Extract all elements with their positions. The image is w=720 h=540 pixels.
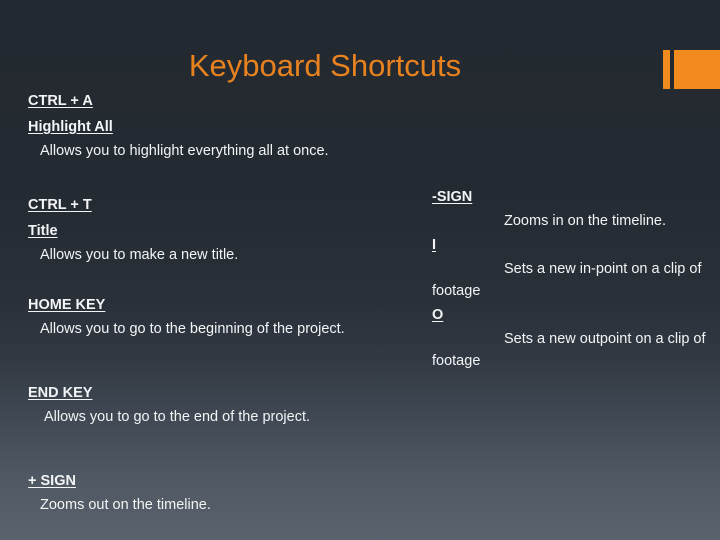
- shortcut-keys: HOME KEY: [28, 297, 106, 313]
- slide-canvas: Keyboard Shortcuts CTRL + A Highlight Al…: [0, 0, 720, 540]
- shortcut-action-line: Title: [28, 218, 420, 244]
- page-title: Keyboard Shortcuts: [188, 48, 462, 83]
- shortcut-keys: O: [432, 307, 444, 323]
- shortcut-keys: I: [432, 237, 437, 253]
- accent-block-icon: [674, 50, 720, 89]
- shortcut-keys-line: CTRL + A: [28, 88, 420, 114]
- shortcut-entry: O Sets a new outpoint on a clip of foota…: [432, 302, 716, 372]
- shortcut-entry: END KEY Allows you to go to the end of t…: [28, 380, 420, 428]
- shortcut-description: Sets a new in-point on a clip of footage: [432, 261, 702, 299]
- shortcut-keys: -SIGN: [432, 189, 473, 205]
- shortcut-keys-line: END KEY: [28, 380, 420, 406]
- shortcut-description: Zooms in on the timeline.: [504, 213, 666, 229]
- shortcut-description: Allows you to go to the end of the proje…: [44, 409, 310, 425]
- shortcut-action: Highlight All: [28, 119, 113, 135]
- shortcut-entry: I Sets a new in-point on a clip of foota…: [432, 232, 716, 302]
- shortcut-description: Allows you to go to the beginning of the…: [40, 321, 345, 337]
- shortcut-action: Title: [28, 223, 58, 239]
- shortcut-entry: CTRL + T Title Allows you to make a new …: [28, 192, 420, 266]
- shortcut-keys: CTRL + T: [28, 197, 92, 213]
- shortcut-keys: + SIGN: [28, 473, 76, 489]
- shortcut-entry: CTRL + A Highlight All Allows you to hig…: [28, 88, 420, 162]
- shortcut-entry: HOME KEY Allows you to go to the beginni…: [28, 292, 420, 340]
- shortcut-keys: CTRL + A: [28, 93, 93, 109]
- shortcut-keys-line: I: [432, 232, 716, 258]
- shortcut-keys-line: -SIGN: [432, 184, 716, 210]
- shortcut-keys: END KEY: [28, 385, 93, 401]
- shortcut-keys-line: O: [432, 302, 716, 328]
- shortcut-keys-line: HOME KEY: [28, 292, 420, 318]
- shortcuts-column-right: -SIGN Zooms in on the timeline. I Sets a…: [432, 184, 716, 372]
- shortcut-action-line: Highlight All: [28, 114, 420, 140]
- shortcut-description: Allows you to highlight everything all a…: [40, 143, 329, 159]
- shortcut-entry: + SIGN Zooms out on the timeline.: [28, 468, 420, 516]
- shortcut-description: Allows you to make a new title.: [40, 247, 239, 263]
- shortcuts-column-left: CTRL + A Highlight All Allows you to hig…: [28, 88, 420, 516]
- shortcut-keys-line: CTRL + T: [28, 192, 420, 218]
- shortcut-description: Sets a new outpoint on a clip of footage: [432, 331, 706, 369]
- accent-bar-thin-icon: [663, 50, 670, 89]
- shortcut-keys-line: + SIGN: [28, 468, 420, 494]
- shortcut-entry: -SIGN Zooms in on the timeline.: [432, 184, 716, 232]
- shortcut-description: Zooms out on the timeline.: [40, 497, 211, 513]
